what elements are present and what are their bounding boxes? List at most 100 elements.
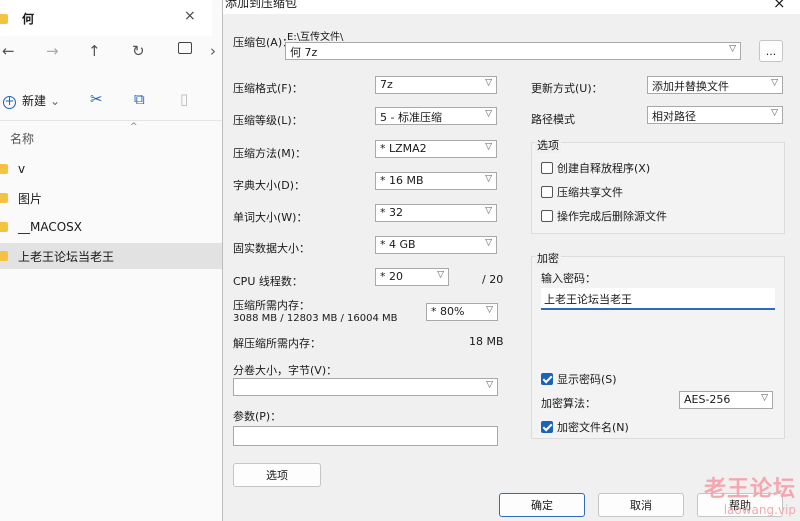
word-value: * 32 — [380, 206, 403, 219]
solid-select[interactable]: * 4 GB ▽ — [375, 236, 497, 254]
chevron-down-icon: ▽ — [729, 44, 736, 54]
new-button[interactable]: + 新建 ⌄ — [3, 92, 60, 109]
chevron-down-icon: ▽ — [485, 206, 492, 216]
cancel-button[interactable]: 取消 — [598, 493, 684, 517]
chevron-down-icon: ▽ — [485, 174, 492, 184]
chevron-right-icon[interactable]: › — [210, 42, 216, 60]
params-label: 参数(P)： — [233, 410, 282, 423]
chevron-down-icon: ▽ — [437, 270, 444, 280]
show-password-checkbox[interactable]: 显示密码(S) — [541, 371, 617, 387]
algo-select[interactable]: AES-256 ▽ — [679, 391, 773, 409]
encrypt-names-checkbox[interactable]: 加密文件名(N) — [541, 419, 629, 435]
method-label: 压缩方法(M)： — [233, 147, 307, 160]
update-select[interactable]: 添加并替换文件 ▽ — [647, 76, 783, 94]
chevron-down-icon: ▽ — [771, 78, 778, 88]
file-list-item-selected[interactable]: 上老王论坛当老王 — [0, 243, 222, 269]
chevron-down-icon: ▽ — [761, 393, 768, 403]
algo-label: 加密算法： — [541, 397, 596, 410]
shared-files-checkbox[interactable]: 压缩共享文件 — [541, 184, 623, 200]
word-label: 单词大小(W)： — [233, 211, 308, 224]
password-label: 输入密码： — [541, 272, 596, 285]
split-label: 分卷大小，字节(V)： — [233, 364, 338, 377]
split-size-combo[interactable]: ▽ — [233, 378, 498, 396]
word-select[interactable]: * 32 ▽ — [375, 204, 497, 222]
file-list-item-label: 上老王论坛当老王 — [18, 249, 115, 264]
solid-value: * 4 GB — [380, 238, 416, 251]
file-list-item[interactable]: v — [0, 156, 222, 182]
path-select[interactable]: 相对路径 ▽ — [647, 106, 783, 124]
show-password-label: 显示密码(S) — [557, 373, 617, 386]
file-list-item-label: __MACOSX — [18, 220, 83, 234]
path-value: 相对路径 — [652, 110, 696, 123]
file-list-item[interactable]: 图片 — [0, 185, 222, 211]
back-arrow-icon[interactable]: ← — [2, 42, 15, 60]
chevron-down-icon: ▽ — [485, 78, 492, 88]
ok-button[interactable]: 确定 — [499, 493, 585, 517]
browse-button[interactable]: ... — [759, 40, 783, 62]
explorer-tab[interactable]: 何 × — [0, 0, 212, 36]
folder-icon — [0, 164, 8, 174]
cpu-total: / 20 — [482, 273, 504, 286]
explorer-navbar: ← → ↑ ↻ › — [0, 38, 222, 68]
level-select[interactable]: 5 - 标准压缩 ▽ — [375, 107, 497, 125]
archive-name-value: 何 7z — [290, 46, 318, 59]
level-value: 5 - 标准压缩 — [380, 111, 442, 124]
method-select[interactable]: * LZMA2 ▽ — [375, 140, 497, 158]
mem-percent-value: * 80% — [431, 305, 465, 318]
refresh-icon[interactable]: ↻ — [132, 42, 145, 60]
file-list-item[interactable]: __MACOSX — [0, 214, 222, 240]
sfx-checkbox-label: 创建自释放程序(X) — [557, 162, 651, 175]
format-select[interactable]: 7z ▽ — [375, 76, 497, 94]
algo-value: AES-256 — [684, 393, 731, 406]
format-value: 7z — [380, 78, 393, 91]
cpu-select[interactable]: * 20 ▽ — [375, 268, 449, 286]
chevron-down-icon: ▽ — [486, 305, 493, 315]
options-button[interactable]: 选项 — [233, 463, 321, 487]
plus-icon: + — [3, 94, 16, 109]
dialog-title: 添加到压缩包 — [223, 0, 800, 14]
checkbox-box — [541, 210, 553, 222]
archive-name-combo[interactable]: 何 7z ▽ — [285, 42, 741, 60]
mem-label: 压缩所需内存： — [233, 299, 310, 312]
column-header-name[interactable]: 名称 — [10, 130, 34, 147]
add-to-archive-dialog: 添加到压缩包 × 压缩包(A)： E:\互传文件\ 何 7z ▽ ... 压缩格… — [222, 0, 800, 521]
folder-icon — [0, 193, 8, 203]
chevron-down-icon: ▽ — [486, 380, 493, 390]
decomp-value: 18 MB — [469, 335, 504, 348]
checkbox-box-checked — [541, 373, 553, 385]
up-arrow-icon[interactable]: ↑ — [88, 42, 101, 60]
delete-after-checkbox[interactable]: 操作完成后删除源文件 — [541, 208, 667, 224]
mem-percent-select[interactable]: * 80% ▽ — [426, 303, 498, 321]
params-input[interactable] — [233, 426, 498, 446]
file-list-item-label: v — [18, 162, 26, 176]
delete-after-checkbox-label: 操作完成后删除源文件 — [557, 210, 667, 223]
cpu-value: * 20 — [380, 270, 403, 283]
sfx-checkbox[interactable]: 创建自释放程序(X) — [541, 160, 650, 176]
paste-icon[interactable]: ▯ — [180, 90, 188, 108]
options-group-title: 选项 — [535, 137, 561, 153]
encrypt-names-label: 加密文件名(N) — [557, 421, 629, 434]
file-explorer-window: 何 × ← → ↑ ↻ › + 新建 ⌄ ✂ ⧉ ▯ ^ 名称 v 图片 __MAC… — [0, 0, 222, 521]
format-label: 压缩格式(F)： — [233, 82, 303, 95]
desktop-icon[interactable] — [178, 42, 192, 54]
path-label: 路径模式 — [531, 113, 575, 126]
dict-select[interactable]: * 16 MB ▽ — [375, 172, 497, 190]
folder-icon — [0, 251, 8, 261]
forward-arrow-icon[interactable]: → — [46, 42, 59, 60]
new-button-label: 新建 — [22, 94, 47, 108]
cut-icon[interactable]: ✂ — [90, 90, 103, 108]
explorer-command-bar: + 新建 ⌄ ✂ ⧉ ▯ — [0, 84, 222, 116]
sort-caret-icon: ^ — [130, 122, 138, 132]
archive-path: E:\互传文件\ — [287, 32, 344, 43]
method-value: * LZMA2 — [380, 142, 427, 155]
explorer-tab-title: 何 — [22, 12, 35, 26]
copy-icon[interactable]: ⧉ — [134, 90, 145, 108]
close-tab-icon[interactable]: × — [184, 8, 196, 24]
folder-icon — [0, 14, 8, 24]
checkbox-box — [541, 162, 553, 174]
password-input[interactable]: 上老王论坛当老王 — [541, 288, 775, 310]
decomp-label: 解压缩所需内存： — [233, 337, 321, 350]
watermark-text: 老王论坛 — [703, 477, 796, 502]
close-icon[interactable]: × — [773, 0, 786, 12]
chevron-down-icon: ▽ — [485, 109, 492, 119]
